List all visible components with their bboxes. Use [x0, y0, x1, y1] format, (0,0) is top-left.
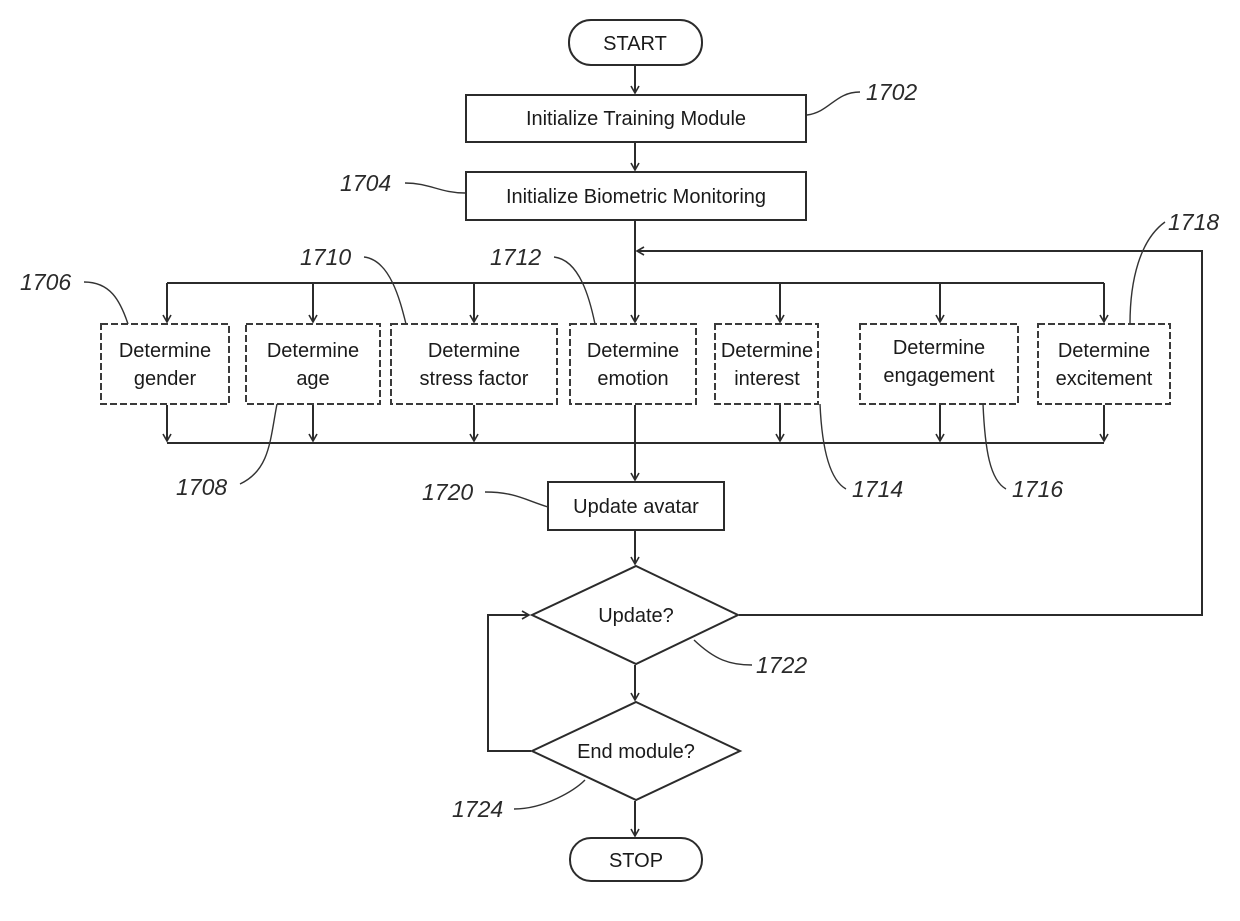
ref-1704: 1704: [340, 170, 391, 196]
flowchart-canvas: START Initialize Training Module Initial…: [20, 19, 1219, 882]
determine-emotion-line1: Determine: [587, 340, 679, 362]
determine-excitement-line2: excitement: [1056, 368, 1153, 390]
ref-1712: 1712: [490, 244, 541, 270]
step-init-biometric: Initialize Biometric Monitoring: [465, 171, 807, 221]
determine-stress-line1: Determine: [428, 340, 520, 362]
determine-excitement: Determine excitement: [1037, 323, 1171, 405]
bus-drops-top: [162, 283, 1109, 324]
determine-interest-line1: Determine: [721, 340, 813, 362]
update-decision-label: Update?: [598, 605, 674, 627]
determine-stress-box: [390, 323, 558, 405]
determine-age-line1: Determine: [267, 340, 359, 362]
ref-1710: 1710: [300, 244, 351, 270]
ref-1706: 1706: [20, 269, 71, 295]
start-label: START: [603, 33, 667, 55]
init-training-label: Initialize Training Module: [526, 108, 746, 130]
determine-engagement: Determine engagement: [859, 323, 1019, 405]
leader-1718: [1129, 221, 1166, 325]
ref-1722: 1722: [756, 652, 807, 678]
leader-1720: [484, 491, 549, 508]
leader-1712: [553, 256, 596, 325]
end-module-decision-label: End module?: [577, 741, 695, 763]
determine-age-box: [245, 323, 381, 405]
determine-engagement-line2: engagement: [883, 365, 995, 387]
start-terminal: START: [568, 19, 703, 66]
determine-gender-line1: Determine: [119, 340, 211, 362]
determine-emotion-box: [569, 323, 697, 405]
leader-1710: [363, 256, 407, 325]
decision-end-module: End module?: [529, 700, 743, 802]
determine-excitement-box: [1037, 323, 1171, 405]
ref-1708: 1708: [176, 474, 227, 500]
leader-1702: [806, 91, 861, 116]
leader-1714: [819, 403, 847, 490]
determine-emotion-line2: emotion: [597, 368, 668, 390]
determine-stress-line2: stress factor: [420, 368, 529, 390]
determine-engagement-box: [859, 323, 1019, 405]
ref-1702: 1702: [866, 79, 917, 105]
determine-excitement-line1: Determine: [1058, 340, 1150, 362]
determine-interest: Determine interest: [714, 323, 819, 405]
determine-stress: Determine stress factor: [390, 323, 558, 405]
step-update-avatar: Update avatar: [547, 481, 725, 531]
ref-1720: 1720: [422, 479, 473, 505]
determine-interest-line2: interest: [734, 368, 800, 390]
step-init-training: Initialize Training Module: [465, 94, 807, 143]
ref-1724: 1724: [452, 796, 503, 822]
determine-gender-box: [100, 323, 230, 405]
leader-1704: [404, 182, 466, 194]
stop-label: STOP: [609, 850, 663, 872]
determine-age: Determine age: [245, 323, 381, 405]
edge-end-module-loop-back: [487, 610, 531, 752]
ref-1718: 1718: [1168, 209, 1219, 235]
update-avatar-label: Update avatar: [573, 496, 699, 518]
determine-age-line2: age: [296, 368, 329, 390]
ref-1714: 1714: [852, 476, 903, 502]
leader-1706: [83, 281, 129, 325]
leader-1716: [982, 403, 1007, 490]
leader-1722: [693, 639, 753, 666]
decision-update: Update?: [529, 564, 741, 666]
leader-1724: [513, 779, 586, 810]
determine-emotion: Determine emotion: [569, 323, 697, 405]
init-biometric-label: Initialize Biometric Monitoring: [506, 186, 766, 208]
determine-gender: Determine gender: [100, 323, 230, 405]
ref-1716: 1716: [1012, 476, 1063, 502]
determine-gender-line2: gender: [134, 368, 197, 390]
determine-engagement-line1: Determine: [893, 337, 985, 359]
stop-terminal: STOP: [569, 837, 703, 882]
determine-interest-box: [714, 323, 819, 405]
edge-update-loop-back: [635, 246, 1203, 616]
